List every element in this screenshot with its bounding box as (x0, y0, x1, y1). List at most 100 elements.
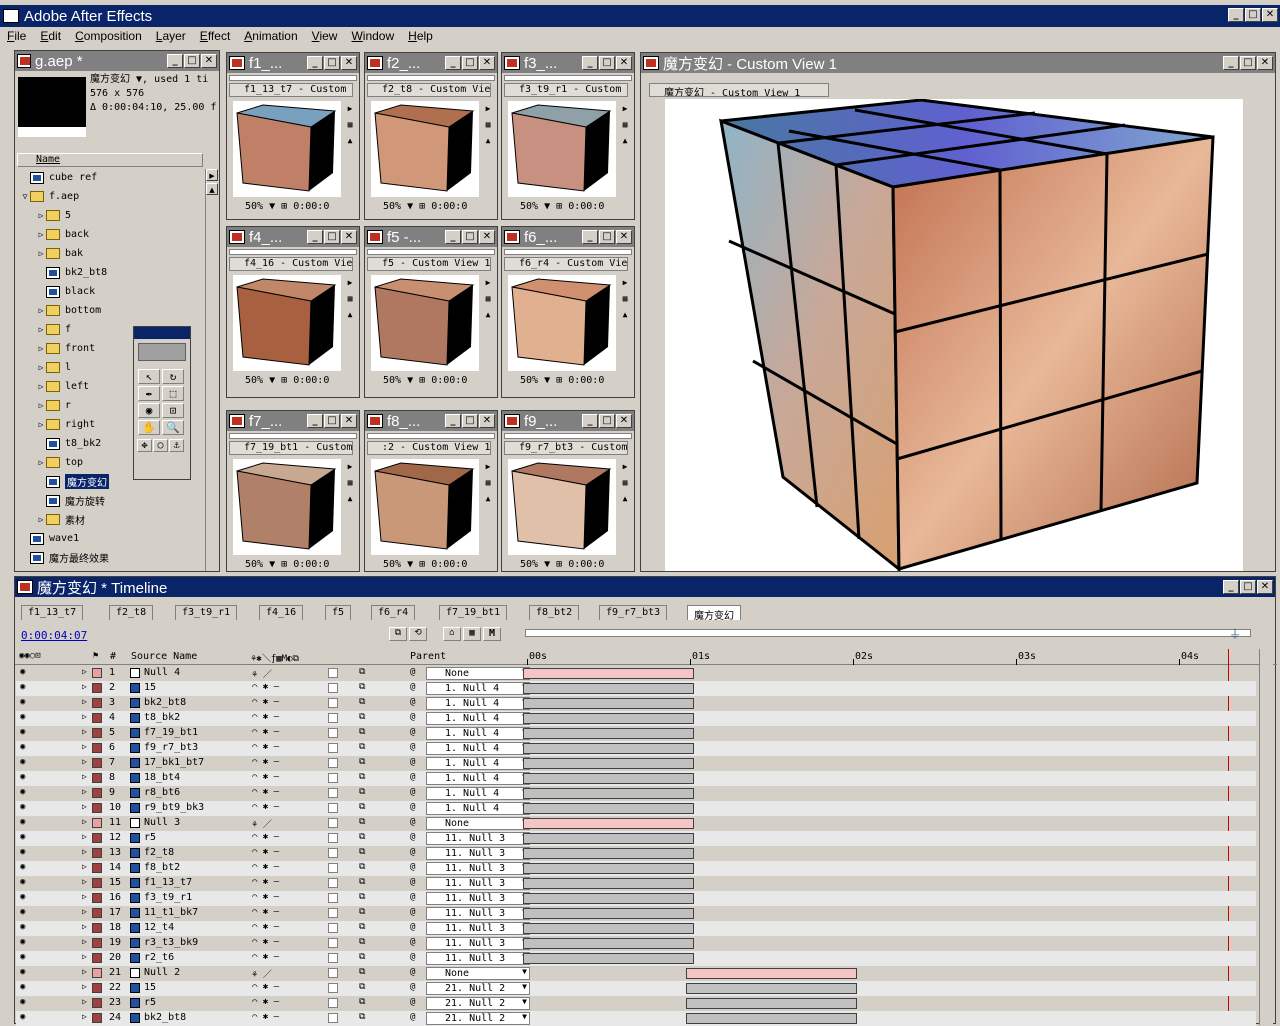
source-name-header[interactable]: Source Name (131, 651, 197, 662)
expand-triangle-icon[interactable]: ▷ (36, 420, 46, 429)
safe-area-icon[interactable]: ⊞ (281, 559, 287, 570)
thumb-canvas[interactable] (508, 101, 616, 197)
thumb-canvas[interactable] (371, 101, 479, 197)
layer-switches-icon[interactable]: ⚘ ／ (252, 667, 272, 680)
expand-triangle-icon[interactable]: ▷ (82, 937, 87, 946)
parent-select[interactable]: 1. Null 4 (426, 772, 530, 785)
motion-blur-switch[interactable] (328, 833, 338, 843)
layer-row[interactable]: ◉ ▷ 5 f7_19_bt1 ⌒ ✱ — ⧉ @1. Null 4 (16, 726, 1256, 741)
layer-switches-icon[interactable]: ⌒ ✱ — (252, 772, 279, 782)
motion-blur-switch[interactable] (328, 668, 338, 678)
scroll-up-icon[interactable]: ▲ (482, 133, 494, 149)
timeline-tab[interactable]: f2_t8 (109, 605, 154, 620)
eye-icon[interactable]: ◉ (20, 997, 25, 1007)
motion-blur-switch[interactable] (328, 998, 338, 1008)
thumb-time[interactable]: 0:00:0 (293, 375, 329, 386)
layer-row[interactable]: ◉ ▷ 2 15 ⌒ ✱ — ⧉ @1. Null 4 (16, 681, 1256, 696)
label-color-swatch[interactable] (92, 683, 102, 693)
pick-whip-icon[interactable]: @ (410, 757, 415, 767)
label-color-swatch[interactable] (92, 863, 102, 873)
zoom-level[interactable]: 50% (245, 559, 263, 570)
expand-triangle-icon[interactable]: ▷ (82, 952, 87, 961)
time-navigator-handle-icon[interactable]: ⏚ (1229, 625, 1241, 642)
zoom-dropdown-icon[interactable]: ▼ (544, 375, 550, 386)
pick-whip-icon[interactable]: @ (410, 862, 415, 872)
expand-triangle-icon[interactable]: ▷ (36, 344, 46, 353)
eye-icon[interactable]: ◉ (20, 952, 25, 962)
zoom-level[interactable]: 50% (520, 201, 538, 212)
layer-switches-icon[interactable]: ⚘ ／ (252, 967, 272, 980)
thumb-minimize-button[interactable]: _ (445, 414, 461, 428)
play-icon[interactable]: ▶ (482, 101, 494, 117)
layer-switches-icon[interactable]: ⌒ ✱ — (252, 742, 279, 752)
parent-select[interactable]: 11. Null 3 (426, 877, 530, 890)
motion-blur-switch[interactable] (328, 863, 338, 873)
layer-name[interactable]: r5 (144, 832, 156, 843)
layer-duration-bar[interactable] (523, 848, 695, 859)
thumb-time-slider[interactable] (229, 75, 357, 81)
expand-triangle-icon[interactable]: ▷ (82, 697, 87, 706)
zoom-tool-icon[interactable]: 🔍 (162, 420, 184, 435)
thumb-close-button[interactable]: ✕ (616, 414, 632, 428)
label-color-swatch[interactable] (92, 908, 102, 918)
layer-name[interactable]: bk2_bt8 (144, 697, 186, 708)
zoom-level[interactable]: 50% (245, 375, 263, 386)
parent-select[interactable]: 11. Null 3 (426, 922, 530, 935)
project-item[interactable]: ▷ back (16, 225, 204, 244)
menu-layer[interactable]: Layer (149, 27, 193, 45)
expand-triangle-icon[interactable]: ▷ (82, 742, 87, 751)
layer-name[interactable]: r5 (144, 997, 156, 1008)
expand-triangle-icon[interactable]: ▷ (36, 515, 46, 524)
layer-duration-bar[interactable] (523, 683, 695, 694)
hand-tool-icon[interactable]: ✋ (138, 420, 160, 435)
play-icon[interactable]: ▶ (619, 101, 631, 117)
expand-triangle-icon[interactable]: ▷ (36, 230, 46, 239)
project-item[interactable]: 魔方旋转 (16, 491, 204, 510)
expand-triangle-icon[interactable]: ▷ (82, 802, 87, 811)
pick-whip-icon[interactable]: @ (410, 1012, 415, 1022)
expand-triangle-icon[interactable]: ▷ (82, 877, 87, 886)
timeline-tab[interactable]: f3_t9_r1 (175, 605, 238, 620)
3d-layer-icon[interactable]: ⧉ (359, 817, 365, 827)
parent-header[interactable]: Parent (410, 651, 446, 662)
zoom-dropdown-icon[interactable]: ▼ (269, 559, 275, 570)
pick-whip-icon[interactable]: @ (410, 907, 415, 917)
thumb-close-button[interactable]: ✕ (341, 56, 357, 70)
layer-switches-icon[interactable]: ⌒ ✱ — (252, 802, 279, 812)
timeline-maximize-button[interactable]: □ (1240, 580, 1256, 594)
eye-icon[interactable]: ◉ (20, 682, 25, 692)
project-item[interactable]: ▷ bak (16, 244, 204, 263)
zoom-dropdown-icon[interactable]: ▼ (544, 559, 550, 570)
eye-icon[interactable]: ◉ (20, 1012, 25, 1022)
expand-triangle-icon[interactable]: ▷ (36, 458, 46, 467)
zoom-dropdown-icon[interactable]: ▼ (407, 201, 413, 212)
motion-blur-switch[interactable] (328, 923, 338, 933)
motion-blur-switch[interactable] (328, 743, 338, 753)
eye-icon[interactable]: ◉ (20, 802, 25, 812)
label-color-swatch[interactable] (92, 668, 102, 678)
thumb-minimize-button[interactable]: _ (445, 230, 461, 244)
project-item[interactable]: 魔方最终效果 (16, 548, 204, 567)
eye-icon[interactable]: ◉ (20, 817, 25, 827)
layer-name[interactable]: 18_bt4 (144, 772, 180, 783)
layer-name[interactable]: r8_bt6 (144, 787, 180, 798)
eye-icon[interactable]: ◉ (20, 667, 25, 677)
3d-layer-icon[interactable]: ⧉ (359, 712, 365, 722)
project-item[interactable]: ▷ 5 (16, 206, 204, 225)
eye-icon[interactable]: ◉ (20, 982, 25, 992)
expand-triangle-icon[interactable]: ▷ (36, 249, 46, 258)
3d-layer-icon[interactable]: ⧉ (359, 922, 365, 932)
layer-duration-bar[interactable] (523, 698, 695, 709)
thumb-maximize-button[interactable]: □ (324, 230, 340, 244)
timeline-tab[interactable]: 魔方变幻 (687, 605, 741, 622)
menu-view[interactable]: View (305, 27, 345, 45)
draft-3d-icon[interactable]: ⌂ (443, 627, 461, 641)
timeline-tab[interactable]: f8_bt2 (529, 605, 580, 620)
expand-triangle-icon[interactable]: ▷ (82, 982, 87, 991)
layer-switches-icon[interactable]: ⌒ ✱ — (252, 727, 279, 737)
thumb-time-slider[interactable] (367, 249, 495, 255)
layer-duration-bar[interactable] (523, 863, 695, 874)
grid-icon[interactable]: ▦ (344, 475, 356, 491)
eye-icon[interactable]: ◉ (20, 862, 25, 872)
layer-row[interactable]: ◉ ▷ 20 r2_t6 ⌒ ✱ — ⧉ @11. Null 3 (16, 951, 1256, 966)
